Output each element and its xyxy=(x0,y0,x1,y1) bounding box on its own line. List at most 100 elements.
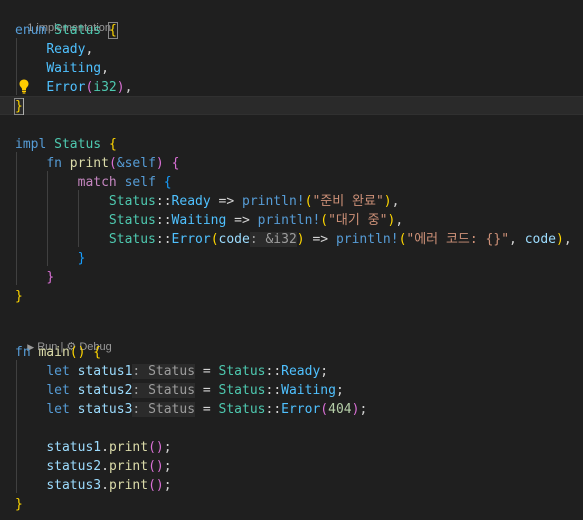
parens: () xyxy=(148,440,164,455)
fat-arrow: => xyxy=(210,194,242,209)
code-line-variant: Waiting, xyxy=(0,59,583,78)
string-literal: "준비 완료" xyxy=(312,194,384,209)
paren: ( xyxy=(210,232,219,247)
assign-operator: = xyxy=(195,364,219,379)
open-brace: { xyxy=(171,156,180,171)
code-line-match-arm: Status::Error(code: &i32) => println!("에… xyxy=(0,230,583,249)
enum-variant: Waiting xyxy=(46,61,102,76)
enum-variant: Error xyxy=(46,80,86,95)
string-literal: "대기 중" xyxy=(328,213,388,228)
function-name: main xyxy=(38,345,70,360)
keyword-fn: fn xyxy=(46,156,62,171)
enum-variant: Error xyxy=(281,402,321,417)
type-name: Status xyxy=(54,23,102,38)
type-name: Status xyxy=(218,402,266,417)
paren: ) xyxy=(556,232,564,247)
codelens-implementations[interactable]: 1 implementation xyxy=(15,7,111,34)
open-brace: { xyxy=(163,175,172,190)
type-name: Status xyxy=(218,364,266,379)
code-line-fn-close: } xyxy=(0,268,583,287)
fat-arrow: => xyxy=(304,232,336,247)
paren: ) xyxy=(383,194,392,209)
code-line-call: status1.print(); xyxy=(0,438,583,457)
open-brace: { xyxy=(108,137,117,152)
semicolon: ; xyxy=(163,459,172,474)
inlay-type-hint: : &i32 xyxy=(249,232,297,247)
punctuation: , xyxy=(509,232,525,247)
enum-variant: Waiting xyxy=(171,213,227,228)
paren: ) xyxy=(116,80,125,95)
path-separator: :: xyxy=(265,402,282,417)
macro-println: println! xyxy=(242,194,305,209)
enum-variant: Ready xyxy=(46,42,86,57)
macro-println: println! xyxy=(335,232,399,247)
code-line-let: let status2: Status = Status::Waiting; xyxy=(0,381,583,400)
variable-name: status1 xyxy=(46,440,102,455)
paren: ) xyxy=(155,156,164,171)
type-name: Status xyxy=(108,213,156,228)
paren: ( xyxy=(320,402,329,417)
semicolon: ; xyxy=(163,478,172,493)
close-brace: } xyxy=(46,270,55,285)
punctuation: , xyxy=(563,232,572,247)
codelens-run-debug: ▶ Run | ⚙ Debug xyxy=(15,326,112,353)
paren: ( xyxy=(108,156,117,171)
close-brace: } xyxy=(14,98,24,115)
variable-name: status3 xyxy=(77,402,133,417)
keyword-fn: fn xyxy=(15,345,31,360)
keyword-let: let xyxy=(46,383,70,398)
code-line-match-arm: Status::Ready => println!("준비 완료"), xyxy=(0,192,583,211)
parens: () xyxy=(69,345,86,360)
variable-name: status1 xyxy=(77,364,133,379)
punctuation: , xyxy=(85,42,94,57)
binding-code: code xyxy=(218,232,250,247)
semicolon: ; xyxy=(320,364,329,379)
path-separator: :: xyxy=(155,213,172,228)
variable-name: status2 xyxy=(46,459,102,474)
punctuation: , xyxy=(395,213,404,228)
semicolon: ; xyxy=(163,440,172,455)
enum-variant: Ready xyxy=(281,364,321,379)
code-line-let: let status1: Status = Status::Ready; xyxy=(0,362,583,381)
keyword-match: match xyxy=(77,175,117,190)
ref-operator: & xyxy=(116,156,125,171)
code-line-match-close: } xyxy=(0,249,583,268)
keyword-self: self xyxy=(124,156,156,171)
parens: () xyxy=(148,459,164,474)
enum-variant: Waiting xyxy=(281,383,336,398)
method-name: print xyxy=(108,478,149,493)
code-line-match: match self { xyxy=(0,173,583,192)
paren: ) xyxy=(296,232,305,247)
code-line-enum-close: } xyxy=(0,96,583,115)
code-line-main-close: } xyxy=(0,495,583,514)
path-separator: :: xyxy=(155,194,172,209)
dot: . xyxy=(101,478,109,493)
type-name: Status xyxy=(108,194,156,209)
code-line-call: status2.print(); xyxy=(0,457,583,476)
semicolon: ; xyxy=(359,402,368,417)
path-separator: :: xyxy=(265,383,282,398)
lightbulb-icon[interactable] xyxy=(17,78,31,94)
code-line-fn-print: fn print(&self) { xyxy=(0,154,583,173)
keyword-let: let xyxy=(46,364,70,379)
keyword-let: let xyxy=(46,402,70,417)
macro-println: println! xyxy=(257,213,321,228)
code-editor[interactable]: 1 implementation enum Status { Ready, Wa… xyxy=(0,0,583,520)
dot: . xyxy=(101,459,109,474)
code-line-variant: Error(i32), xyxy=(0,78,583,97)
code-line-impl-close: } xyxy=(0,287,583,306)
open-brace: { xyxy=(93,345,102,360)
open-brace: { xyxy=(107,22,118,39)
keyword-enum: enum xyxy=(15,23,47,38)
close-brace: } xyxy=(77,251,86,266)
variable-name: status3 xyxy=(46,478,102,493)
keyword-self: self xyxy=(124,175,156,190)
type-i32: i32 xyxy=(93,80,117,95)
method-name: print xyxy=(108,459,149,474)
code-line-enum: enum Status { xyxy=(0,21,583,40)
type-name: Status xyxy=(218,383,266,398)
close-brace: } xyxy=(15,497,23,512)
code-line-match-arm: Status::Waiting => println!("대기 중"), xyxy=(0,211,583,230)
code-line-call: status3.print(); xyxy=(0,476,583,495)
punctuation: , xyxy=(124,80,133,95)
